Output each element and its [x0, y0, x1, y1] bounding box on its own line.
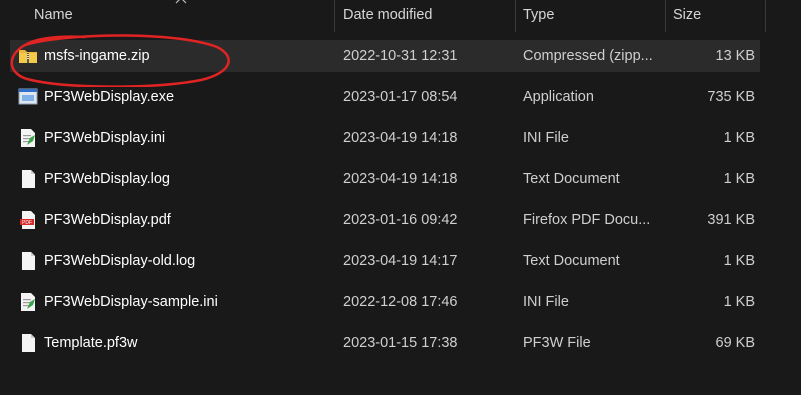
file-name: PF3WebDisplay.log: [44, 171, 170, 187]
file-date-modified: 2022-10-31 12:31: [343, 48, 458, 64]
file-date-modified: 2023-04-19 14:18: [343, 130, 458, 146]
file-date-modified: 2023-01-15 17:38: [343, 335, 458, 351]
column-divider[interactable]: [765, 0, 766, 32]
file-row[interactable]: msfs-ingame.zip 2022-10-31 12:31 Compres…: [10, 40, 760, 72]
file-date-modified: 2023-04-19 14:17: [343, 253, 458, 269]
column-header-bar: Name Date modified Type Size: [0, 0, 801, 32]
file-row[interactable]: PF3WebDisplay-sample.ini 2022-12-08 17:4…: [10, 286, 760, 318]
column-header-type[interactable]: Type: [523, 0, 663, 32]
file-date-modified: 2022-12-08 17:46: [343, 294, 458, 310]
file-type: PF3W File: [523, 335, 591, 351]
file-row[interactable]: PF3WebDisplay.log 2023-04-19 14:18 Text …: [10, 163, 760, 195]
file-size: 735 KB: [707, 89, 755, 105]
file-row[interactable]: PDF PF3WebDisplay.pdf 2023-01-16 09:42 F…: [10, 204, 760, 236]
file-size: 13 KB: [715, 48, 756, 64]
column-divider[interactable]: [334, 0, 335, 32]
file-type: Application: [523, 89, 594, 105]
file-size: 1 KB: [723, 253, 755, 269]
svg-text:PDF: PDF: [22, 220, 32, 226]
file-name: PF3WebDisplay-sample.ini: [44, 294, 218, 310]
file-name: PF3WebDisplay-old.log: [44, 253, 196, 269]
file-name: msfs-ingame.zip: [44, 48, 150, 64]
file-type: Text Document: [523, 253, 620, 269]
file-type: Firefox PDF Docu...: [523, 212, 651, 228]
file-size: 1 KB: [723, 171, 755, 187]
column-header-date[interactable]: Date modified: [343, 0, 513, 32]
file-type: Compressed (zipp...: [523, 48, 653, 64]
pdf-file-icon: PDF: [20, 211, 35, 229]
text-file-icon: [22, 170, 35, 188]
file-size: 391 KB: [707, 212, 755, 228]
file-row[interactable]: PF3WebDisplay.exe 2023-01-17 08:54 Appli…: [10, 81, 760, 113]
file-size: 1 KB: [723, 294, 755, 310]
file-name: PF3WebDisplay.exe: [44, 89, 175, 105]
generic-file-icon: [22, 334, 35, 352]
file-type: Text Document: [523, 171, 620, 187]
file-name: PF3WebDisplay.ini: [44, 130, 166, 146]
column-header-name[interactable]: Name: [34, 0, 324, 32]
column-divider[interactable]: [665, 0, 666, 32]
file-size: 1 KB: [723, 130, 755, 146]
file-row[interactable]: PF3WebDisplay.ini 2023-04-19 14:18 INI F…: [10, 122, 760, 154]
zip-folder-icon: [19, 50, 37, 63]
ini-file-icon: [21, 129, 35, 147]
ini-file-icon: [21, 293, 35, 311]
file-row[interactable]: PF3WebDisplay-old.log 2023-04-19 14:17 T…: [10, 245, 760, 277]
file-type: INI File: [523, 294, 569, 310]
file-name: Template.pf3w: [44, 335, 138, 351]
file-date-modified: 2023-01-16 09:42: [343, 212, 458, 228]
file-date-modified: 2023-04-19 14:18: [343, 171, 458, 187]
file-date-modified: 2023-01-17 08:54: [343, 89, 458, 105]
text-file-icon: [22, 252, 35, 270]
file-type: INI File: [523, 130, 569, 146]
sort-ascending-icon: [175, 0, 187, 4]
column-divider[interactable]: [515, 0, 516, 32]
application-icon: [18, 88, 38, 105]
column-header-size[interactable]: Size: [673, 0, 763, 32]
file-name: PF3WebDisplay.pdf: [44, 212, 171, 228]
file-size: 69 KB: [715, 335, 756, 351]
file-row[interactable]: Template.pf3w 2023-01-15 17:38 PF3W File…: [10, 327, 760, 359]
